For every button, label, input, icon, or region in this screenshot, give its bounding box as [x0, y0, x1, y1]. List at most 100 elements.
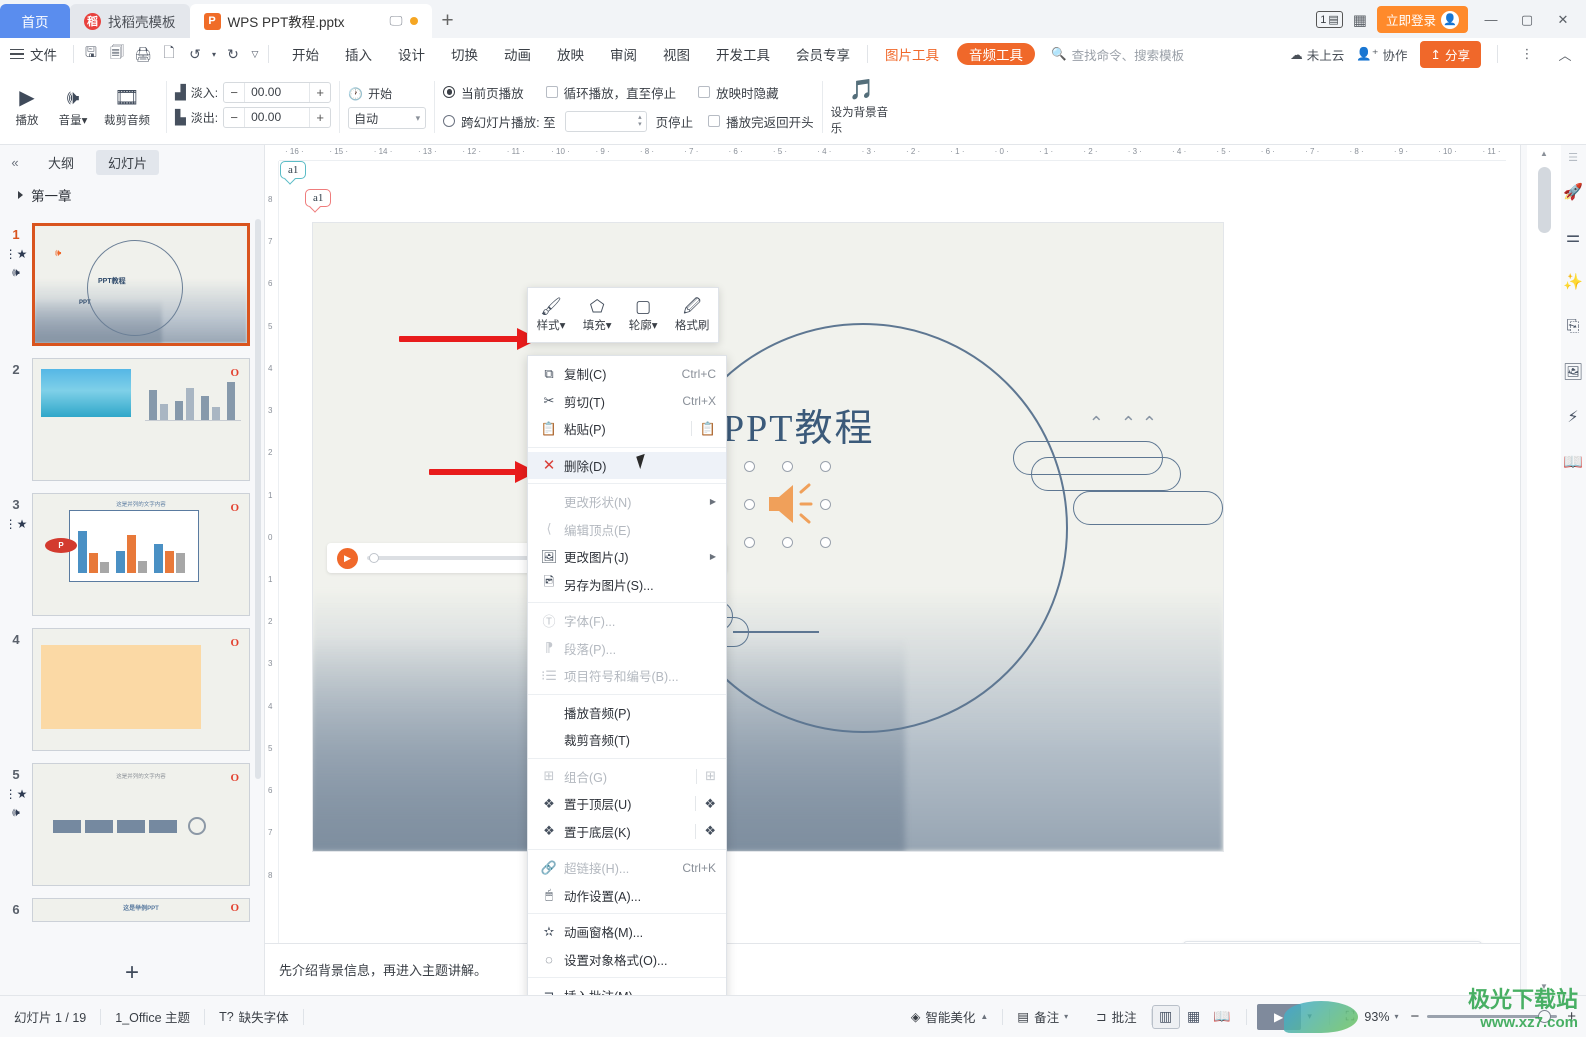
- fade-out-stepper[interactable]: − 00.00 +: [223, 107, 332, 128]
- collaborate-button[interactable]: 👤⁺ 协作: [1356, 45, 1407, 64]
- minimize-button[interactable]: —: [1478, 8, 1504, 32]
- start-mode-select[interactable]: 自动 ▾: [348, 107, 427, 129]
- scroll-up-icon[interactable]: ▲: [1540, 149, 1548, 158]
- tab-view[interactable]: 视图: [650, 39, 703, 69]
- collapse-panel-icon[interactable]: «: [4, 155, 26, 170]
- list-item[interactable]: 4 O: [0, 622, 264, 757]
- checkbox-hide-on-show[interactable]: 放映时隐藏: [698, 83, 779, 102]
- context-menu-item[interactable]: ◌ 设置对象格式(O)...: [528, 946, 726, 974]
- image-tools-icon[interactable]: 🖼: [1560, 349, 1586, 394]
- shape-context-menu[interactable]: ⧉ 复制(C) Ctrl+C ✂ 剪切(T) Ctrl+X 📋 粘贴(P) 📋 ✕ 删除(D) 更改形…: [527, 355, 727, 1017]
- paste-option-icon[interactable]: 📋: [700, 421, 716, 437]
- resize-handle-se[interactable]: [820, 537, 831, 548]
- context-menu-item[interactable]: ❖ 置于底层(K) ❖: [528, 818, 726, 846]
- play-audio-button[interactable]: ▶ 播放: [4, 87, 50, 128]
- reading-view-icon[interactable]: 📖: [1208, 1005, 1236, 1029]
- radio-cross-slide[interactable]: 跨幻灯片播放: 至: [443, 112, 556, 131]
- animation-tag-1[interactable]: a1: [280, 161, 307, 179]
- list-item[interactable]: 3 ⋮★ 这是并列的文字内容 P O: [0, 487, 264, 622]
- zoom-level[interactable]: 93% ▾: [1360, 1010, 1402, 1024]
- context-menu-item[interactable]: 🖻 另存为图片(S)...: [528, 571, 726, 599]
- format-painter-button[interactable]: 🖉 格式刷: [675, 297, 710, 333]
- audio-icon[interactable]: 🕪: [12, 266, 20, 278]
- save-icon[interactable]: 🖫: [78, 42, 104, 66]
- list-item[interactable]: 5 ⋮★ 🕪 这是并列的文字内容 O: [0, 757, 264, 892]
- tab-start[interactable]: 开始: [279, 39, 332, 69]
- login-button[interactable]: 立即登录 👤: [1376, 6, 1468, 33]
- resize-handle-w[interactable]: [744, 499, 755, 510]
- lightning-icon[interactable]: ⚡: [1560, 394, 1586, 439]
- context-menu-item[interactable]: 🖼 更改图片(J) ▶: [528, 543, 726, 571]
- stepper-arrows-icon[interactable]: ▴ ▾: [638, 114, 642, 128]
- magic-star-icon[interactable]: ✨: [1560, 259, 1586, 304]
- context-menu-item[interactable]: 播放音频(P): [528, 699, 726, 727]
- send-back-more-icon[interactable]: ❖: [704, 823, 716, 839]
- selected-audio-shape[interactable]: [744, 461, 831, 548]
- slide-thumbnail[interactable]: 这是举例PPT O: [32, 898, 250, 922]
- tab-insert[interactable]: 插入: [332, 39, 385, 69]
- resize-handle-nw[interactable]: [744, 461, 755, 472]
- tab-member[interactable]: 会员专享: [783, 39, 863, 69]
- fade-in-minus[interactable]: −: [224, 85, 244, 100]
- share-button[interactable]: ↥ 分享: [1419, 40, 1481, 68]
- horizontal-ruler[interactable]: · 16 · · 15 · · 14 · · 13 · · 12 · · 11 · · 10…: [279, 145, 1506, 161]
- resize-handle-n[interactable]: [782, 461, 793, 472]
- fill-button[interactable]: ⬠ 填充▾: [583, 297, 612, 333]
- list-item[interactable]: 2 O: [0, 352, 264, 487]
- print-preview-icon[interactable]: 🗋: [156, 42, 182, 66]
- fade-out-plus[interactable]: +: [310, 110, 330, 125]
- slide-count-status[interactable]: 幻灯片 1 / 19: [0, 1007, 100, 1026]
- tab-active-document[interactable]: P WPS PPT教程.pptx 🖵: [189, 4, 432, 38]
- resize-handle-e[interactable]: [820, 499, 831, 510]
- fade-in-value[interactable]: 00.00: [244, 83, 311, 102]
- present-monitor-icon[interactable]: 🖵: [389, 13, 402, 29]
- slide-thumbnail[interactable]: O: [32, 358, 250, 481]
- animation-star-icon[interactable]: ⋮★: [5, 518, 28, 530]
- slide-thumbnail[interactable]: 这是并列的文字内容 P O: [32, 493, 250, 616]
- context-menu-item[interactable]: ⧉ 复制(C) Ctrl+C: [528, 360, 726, 388]
- apps-grid-icon[interactable]: ▦: [1353, 11, 1367, 29]
- tab-design[interactable]: 设计: [385, 39, 438, 69]
- tab-animation[interactable]: 动画: [491, 39, 544, 69]
- play-button[interactable]: ▶: [337, 547, 358, 569]
- resize-handle-ne[interactable]: [820, 461, 831, 472]
- export-icon[interactable]: ⎘: [1560, 304, 1586, 349]
- theme-status[interactable]: 1_Office 主题: [101, 1007, 204, 1026]
- context-menu-item[interactable]: 🖱 动作设置(A)...: [528, 882, 726, 910]
- add-slide-button[interactable]: +: [0, 951, 264, 995]
- tab-audio-tools[interactable]: 音频工具: [957, 43, 1035, 65]
- context-menu-item[interactable]: ❖ 置于顶层(U) ❖: [528, 790, 726, 818]
- tab-slides[interactable]: 幻灯片: [96, 149, 160, 175]
- list-item[interactable]: 6 这是举例PPT O: [0, 892, 264, 928]
- tab-review[interactable]: 审阅: [597, 39, 650, 69]
- slide-thumbnail[interactable]: 这是并列的文字内容 O: [32, 763, 250, 886]
- context-menu-item[interactable]: ✫ 动画窗格(M)...: [528, 918, 726, 946]
- more-options-icon[interactable]: ⋮: [1514, 42, 1540, 66]
- tab-home[interactable]: 首页: [0, 4, 70, 38]
- zoom-slider-knob[interactable]: [1538, 1010, 1552, 1023]
- fade-out-value[interactable]: 00.00: [244, 108, 311, 127]
- resize-handle-sw[interactable]: [744, 537, 755, 548]
- cross-slide-input[interactable]: ▴ ▾: [564, 110, 647, 132]
- missing-font-status[interactable]: T? 缺失字体: [205, 1007, 303, 1026]
- zoom-slider[interactable]: [1427, 1010, 1558, 1023]
- book-search-icon[interactable]: 📖: [1560, 439, 1586, 484]
- volume-button[interactable]: 🕪 音量▾: [50, 87, 96, 128]
- fade-in-stepper[interactable]: − 00.00 +: [223, 82, 332, 103]
- new-tab-button[interactable]: +: [432, 4, 464, 38]
- slide-title[interactable]: PPT教程: [723, 397, 874, 452]
- bring-front-more-icon[interactable]: ❖: [704, 796, 716, 812]
- audio-icon[interactable]: 🕪: [12, 806, 20, 818]
- close-button[interactable]: ✕: [1550, 8, 1576, 32]
- style-button[interactable]: 🖌 样式▾: [537, 297, 566, 333]
- cloud-status-button[interactable]: ☁ 未上云: [1290, 45, 1344, 64]
- tab-outline[interactable]: 大纲: [36, 150, 86, 175]
- radio-current-page[interactable]: 当前页播放: [443, 83, 524, 102]
- redo-icon[interactable]: ↻: [220, 42, 246, 66]
- animation-star-icon[interactable]: ⋮★: [5, 788, 28, 800]
- document-count-badge[interactable]: 1 ▤: [1316, 11, 1343, 28]
- panel-grip-icon[interactable]: ☰: [1560, 145, 1586, 169]
- context-menu-item[interactable]: ✂ 剪切(T) Ctrl+X: [528, 388, 726, 416]
- slide-thumbnail[interactable]: PPT教程 PPT 🕪: [32, 223, 250, 346]
- trim-audio-button[interactable]: 🎞 裁剪音频: [96, 87, 158, 128]
